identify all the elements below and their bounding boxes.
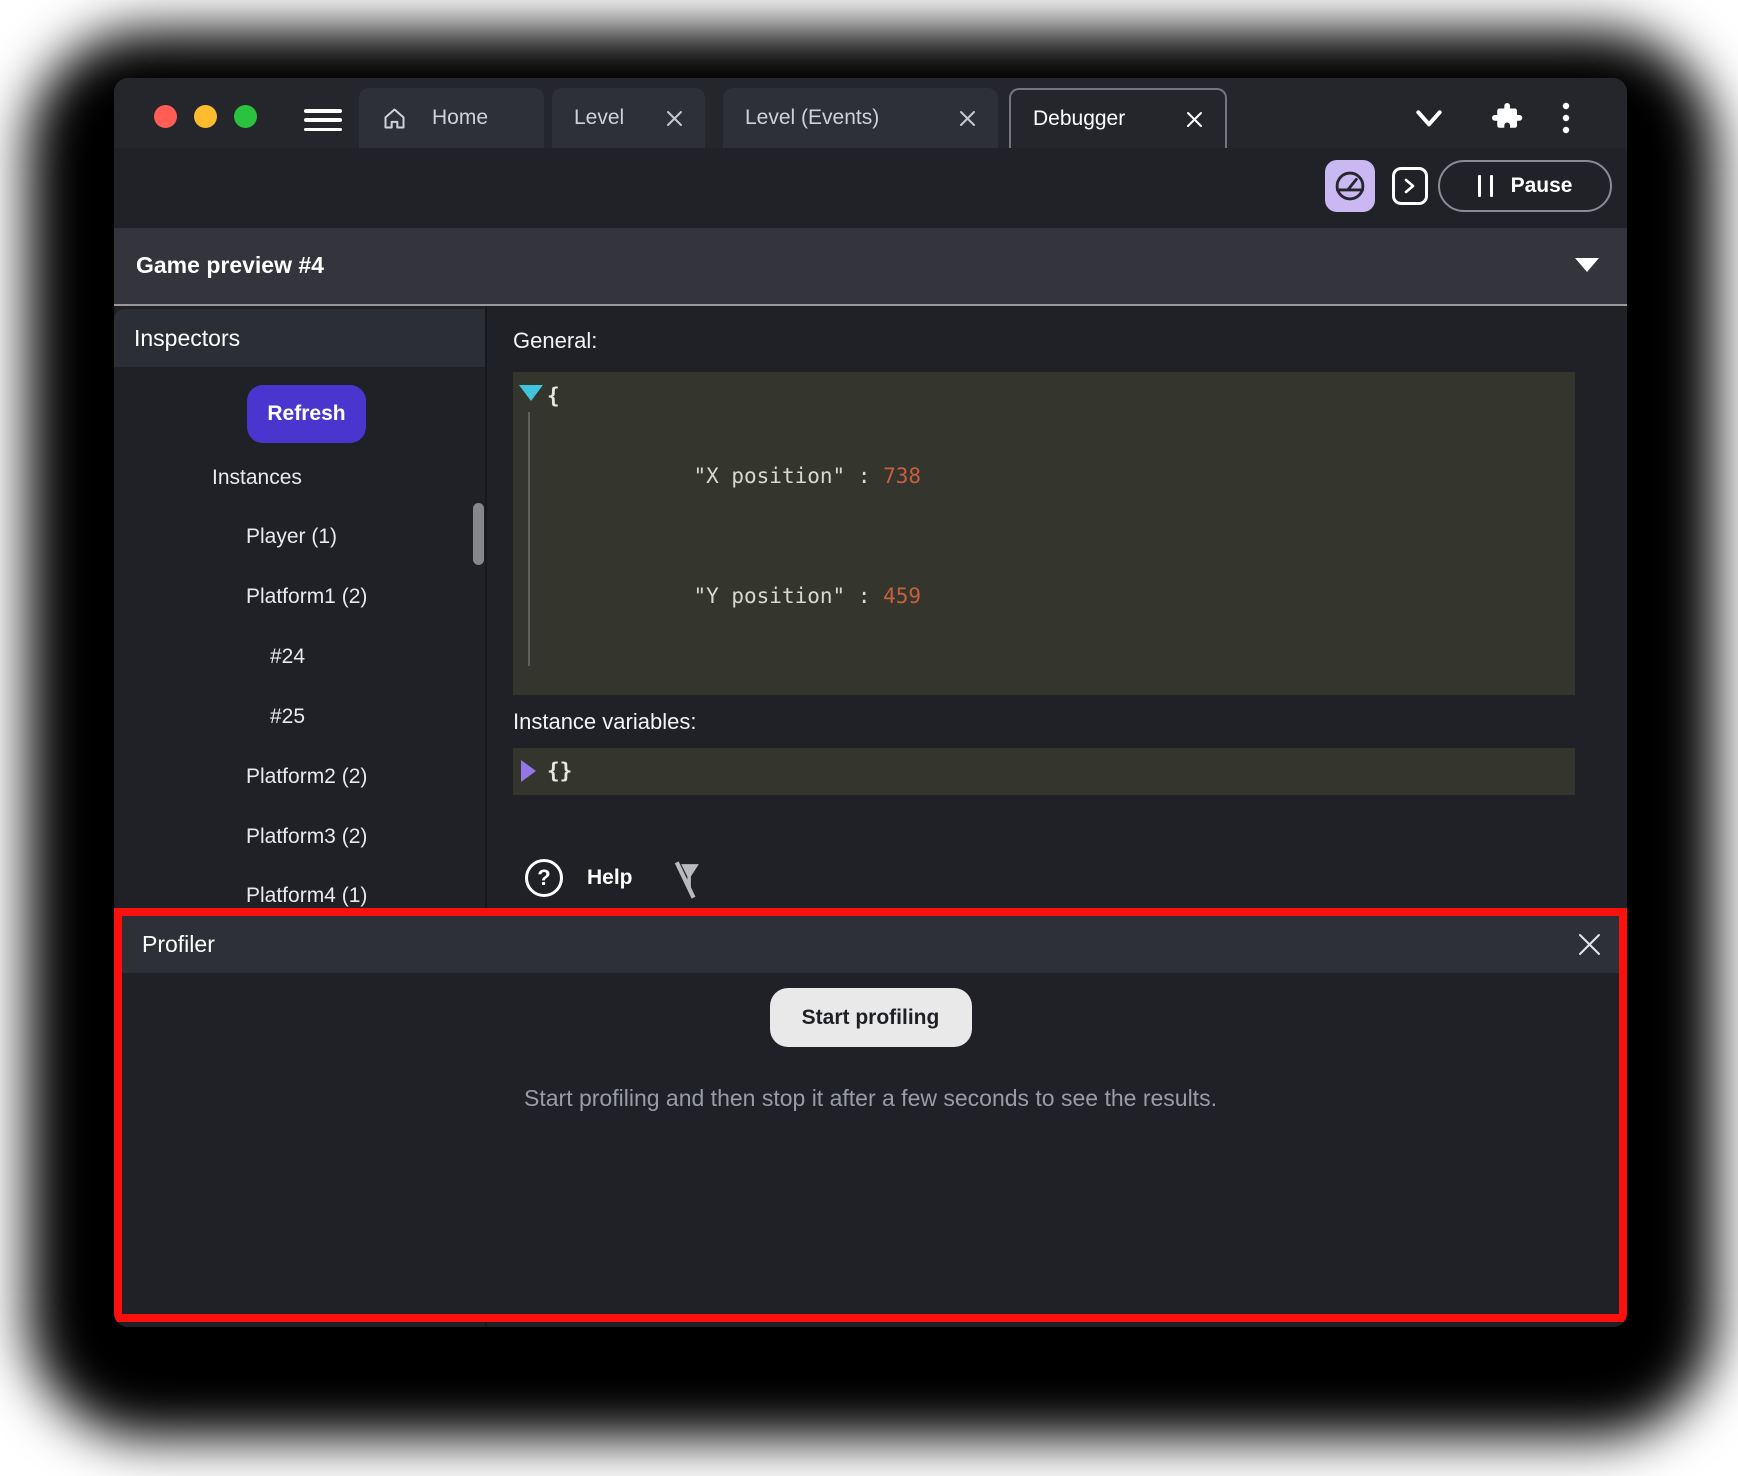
profiler-title: Profiler [142, 931, 215, 958]
inspectors-title: Inspectors [134, 325, 240, 352]
console-icon [1402, 178, 1418, 194]
pick-disabled-icon[interactable] [668, 857, 712, 903]
chevron-down-icon[interactable] [1412, 106, 1446, 132]
close-icon[interactable] [959, 110, 976, 127]
console-button[interactable] [1392, 167, 1428, 205]
tab-home[interactable]: Home [359, 88, 544, 148]
debugger-toolbar: Pause [114, 148, 1627, 228]
close-window-button[interactable] [154, 105, 177, 128]
start-profiling-button[interactable]: Start profiling [770, 988, 972, 1047]
menu-icon[interactable] [304, 109, 342, 131]
pause-label: Pause [1511, 174, 1573, 198]
dropdown-caret-icon [1575, 258, 1599, 272]
help-icon: ? [525, 859, 563, 897]
instance-variables-label: Instance variables: [513, 709, 696, 735]
json-property-row: Y position459 [513, 536, 1575, 656]
profiler-toggle-button[interactable] [1325, 160, 1375, 212]
general-json-view: { X position738 Y position459 Angle0 Lay… [513, 372, 1575, 695]
debugger-content: Inspectors Refresh Instances Player (1) … [114, 306, 1627, 1327]
variables-value: {} [513, 748, 1575, 795]
sidebar-scrollbar[interactable] [473, 503, 484, 565]
tree-item-instance-24[interactable]: #24 [270, 640, 305, 674]
tab-label: Level [574, 106, 624, 130]
pause-icon [1478, 175, 1493, 197]
tree-item-instance-25[interactable]: #25 [270, 700, 305, 734]
inspectors-header: Inspectors [114, 309, 485, 367]
home-icon [381, 105, 408, 132]
tree-item-platform2[interactable]: Platform2 (2) [246, 760, 367, 794]
kebab-menu-icon[interactable] [1558, 100, 1574, 136]
json-value: 459 [883, 584, 921, 608]
close-icon[interactable] [1186, 111, 1203, 128]
tab-label: Home [432, 106, 488, 130]
pause-button[interactable]: Pause [1438, 160, 1612, 212]
tab-label: Debugger [1033, 107, 1125, 131]
collapse-icon[interactable] [519, 385, 543, 401]
instance-variables-view: {} [513, 748, 1575, 795]
indent-guide [528, 412, 530, 666]
profiler-panel: Profiler Start profiling Start profiling… [114, 908, 1627, 1322]
tab-bar: Home Level Level (Events) Debugger [114, 78, 1627, 148]
minimize-window-button[interactable] [194, 105, 217, 128]
tree-item-platform3[interactable]: Platform3 (2) [246, 820, 367, 854]
json-key: X position [693, 464, 883, 488]
json-property-row: Angle0 [513, 656, 1575, 695]
help-button[interactable]: ? Help [525, 859, 633, 897]
tree-item-instances[interactable]: Instances [212, 461, 302, 495]
json-key: Y position [693, 584, 883, 608]
tab-label: Level (Events) [745, 106, 879, 130]
game-preview-title: Game preview #4 [136, 228, 324, 302]
help-label: Help [587, 866, 633, 890]
tree-item-platform1[interactable]: Platform1 (2) [246, 580, 367, 614]
gdevelop-window: Home Level Level (Events) Debugger [114, 78, 1627, 1327]
refresh-button[interactable]: Refresh [247, 385, 366, 443]
json-open-brace: { [513, 376, 1575, 416]
tree-item-player[interactable]: Player (1) [246, 520, 337, 554]
json-property-row: X position738 [513, 416, 1575, 536]
tab-level[interactable]: Level [552, 88, 705, 148]
zoom-window-button[interactable] [234, 105, 257, 128]
tab-debugger-active[interactable]: Debugger [1009, 88, 1227, 148]
tab-level-events[interactable]: Level (Events) [723, 88, 998, 148]
extensions-icon[interactable] [1488, 98, 1526, 136]
profiler-description: Start profiling and then stop it after a… [122, 1085, 1619, 1112]
general-section-label: General: [513, 328, 597, 354]
close-icon[interactable] [666, 110, 683, 127]
profiler-gauge-icon [1332, 168, 1368, 204]
close-icon[interactable] [1577, 932, 1602, 957]
profiler-body: Start profiling Start profiling and then… [122, 973, 1619, 1314]
profiler-titlebar: Profiler [122, 916, 1619, 973]
game-preview-selector[interactable]: Game preview #4 [114, 228, 1627, 306]
expand-icon[interactable] [521, 760, 536, 782]
json-value: 738 [883, 464, 921, 488]
